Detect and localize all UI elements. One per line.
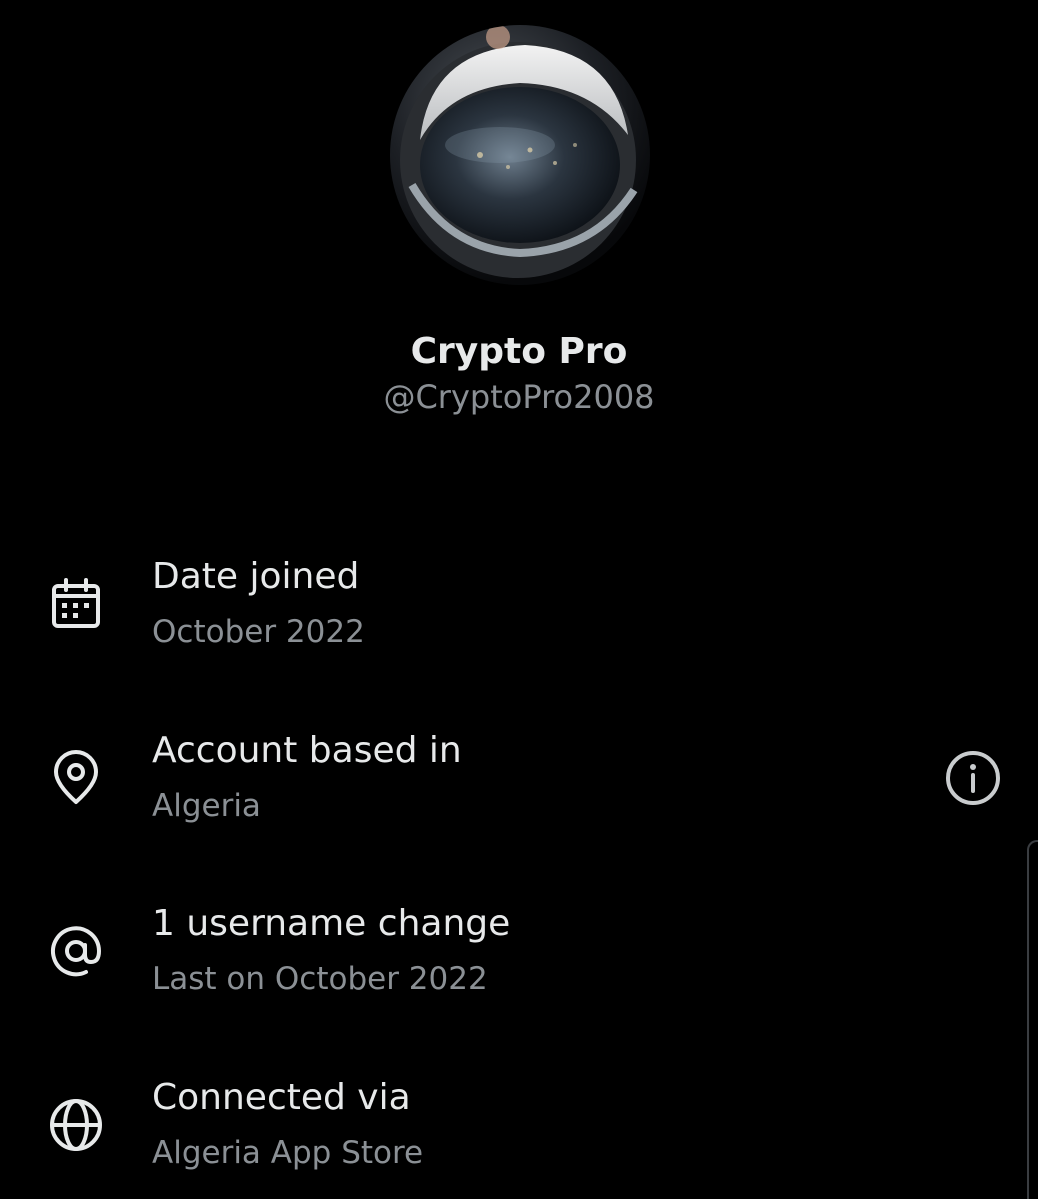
profile-avatar[interactable] (390, 25, 650, 285)
info-row-connected-via: Connected via Algeria App Store (0, 1071, 1038, 1199)
account-about-page: Crypto Pro @CryptoPro2008 Date joined Oc… (0, 0, 1038, 1199)
date-joined-label: Date joined (152, 556, 360, 597)
date-joined-value: October 2022 (152, 614, 365, 650)
username-change-value: Last on October 2022 (152, 961, 488, 997)
info-row-account-based-in: Account based in Algeria (0, 724, 1038, 874)
location-pin-icon (44, 746, 108, 810)
username-handle: @CryptoPro2008 (383, 378, 655, 416)
connected-via-label: Connected via (152, 1077, 411, 1118)
account-based-in-value: Algeria (152, 788, 261, 824)
username-change-label: 1 username change (152, 903, 511, 944)
info-row-username-change: 1 username change Last on October 2022 (0, 897, 1038, 1047)
calendar-icon (44, 572, 108, 636)
globe-icon (44, 1093, 108, 1157)
account-based-in-label: Account based in (152, 730, 462, 771)
display-name: Crypto Pro (410, 331, 628, 372)
at-sign-icon (44, 919, 108, 983)
connected-via-value: Algeria App Store (152, 1135, 424, 1171)
bottom-sheet-edge (1027, 840, 1038, 1199)
info-icon[interactable] (940, 745, 1006, 811)
info-row-date-joined: Date joined October 2022 (0, 550, 1038, 700)
